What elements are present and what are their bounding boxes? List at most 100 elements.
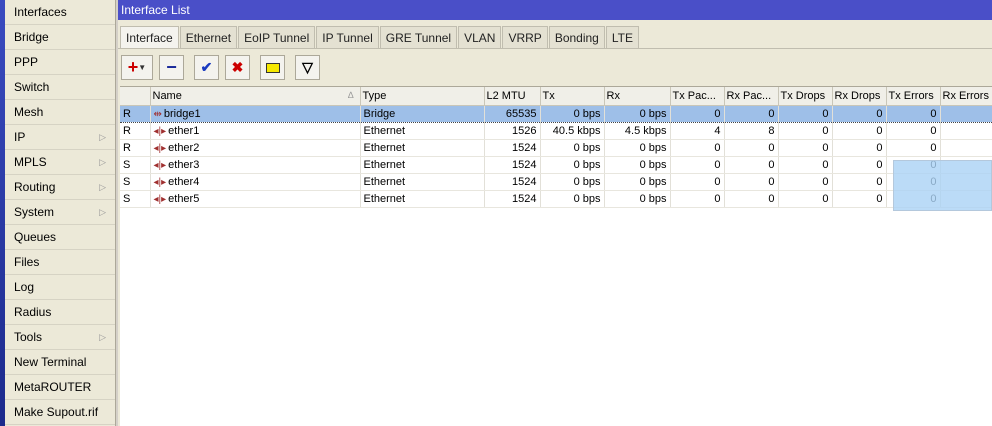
column-header[interactable]: Rx	[604, 87, 671, 106]
tab-interface[interactable]: Interface	[120, 26, 179, 49]
minus-icon: −	[166, 57, 177, 77]
sidebar-item-label: Mesh	[14, 105, 44, 119]
sidebar-item-files[interactable]: Files	[5, 250, 115, 275]
ethernet-icon: ◂|▸	[153, 176, 167, 188]
sidebar-item-radius[interactable]: Radius	[5, 300, 115, 325]
interface-list-window: Interface List Interface Ethernet EoIP Tun…	[118, 0, 992, 426]
table-row[interactable]: S◂|▸ether5Ethernet15240 bps0 bps00000	[120, 190, 992, 208]
disable-button[interactable]: ✖	[225, 55, 250, 80]
sort-ascending-icon: ∆	[347, 89, 354, 100]
cell-rxd: 0	[832, 105, 887, 123]
sidebar-item-bridge[interactable]: Bridge	[5, 25, 115, 50]
column-header[interactable]: Rx Drops	[832, 87, 887, 106]
sidebar-item-mpls[interactable]: MPLS ▷	[5, 150, 115, 175]
cell-txd: 0	[778, 156, 833, 174]
window-title: Interface List	[118, 0, 992, 20]
tab-gre-tunnel[interactable]: GRE Tunnel	[379, 26, 458, 48]
sidebar-item-switch[interactable]: Switch	[5, 75, 115, 100]
tab-ip-tunnel[interactable]: IP Tunnel	[316, 26, 379, 48]
cell-txe: 0	[886, 139, 941, 157]
filter-button[interactable]: ▽	[295, 55, 320, 80]
table-row[interactable]: R ⇹ bridge1 Bridge 65535 0 bps 0 bps 0 0 0 0 0	[120, 105, 992, 123]
cell-type: Bridge	[360, 105, 485, 123]
table-row[interactable]: S◂|▸ether3Ethernet15240 bps0 bps00000	[120, 156, 992, 174]
cell-txp: 0	[670, 105, 725, 123]
sidebar-item-label: Bridge	[14, 30, 49, 44]
column-header[interactable]: Tx	[540, 87, 605, 106]
sidebar-item-label: Radius	[14, 305, 52, 319]
submenu-arrow-icon: ▷	[99, 182, 106, 192]
sidebar-item-queues[interactable]: Queues	[5, 225, 115, 250]
interface-name: ether2	[168, 141, 200, 154]
sidebar-item-make-supout-rif[interactable]: Make Supout.rif	[5, 400, 115, 425]
tab-lte[interactable]: LTE	[605, 26, 639, 48]
cell-rx: 0 bps	[604, 105, 671, 123]
cell-txp: 0	[670, 190, 725, 208]
cell-txe: 0	[886, 122, 941, 140]
tab-eoip-tunnel[interactable]: EoIP Tunnel	[238, 26, 316, 48]
cell-rx: 0 bps	[604, 173, 671, 191]
cell-rxe	[940, 122, 992, 140]
cell-type: Ethernet	[360, 122, 485, 140]
sidebar-item-label: New Terminal	[14, 355, 87, 369]
tab-ethernet[interactable]: Ethernet	[179, 26, 238, 48]
sidebar-item-label: Routing	[14, 180, 56, 194]
cell-tx: 0 bps	[540, 173, 605, 191]
sidebar-item-new-terminal[interactable]: New Terminal	[5, 350, 115, 375]
column-header[interactable]	[120, 87, 151, 106]
sidebar-item-log[interactable]: Log	[5, 275, 115, 300]
sidebar-item-label: Log	[14, 280, 35, 294]
cell-name: ◂|▸ ether3	[150, 156, 361, 174]
cell-flag: R	[120, 122, 151, 140]
sidebar-item-tools[interactable]: Tools ▷	[5, 325, 115, 350]
column-header[interactable]: Rx Pac...	[724, 87, 779, 106]
selection-overlay	[893, 160, 992, 211]
cell-tx: 0 bps	[540, 190, 605, 208]
sidebar-item-label: Switch	[14, 80, 50, 94]
tab-bonding[interactable]: Bonding	[548, 26, 605, 48]
sidebar-item-system[interactable]: System ▷	[5, 200, 115, 225]
cell-tx: 40.5 kbps	[540, 122, 605, 140]
cell-rxp: 0	[724, 190, 779, 208]
sidebar-item-mesh[interactable]: Mesh	[5, 100, 115, 125]
table-row[interactable]: R ◂|▸ ether2 Ethernet 1524 0 bps 0 bps 0 0 0 0 0	[120, 139, 992, 157]
tab-bar: Interface Ethernet EoIP Tunnel IP Tunnel GRE…	[120, 26, 640, 49]
ethernet-icon: ◂|▸	[153, 142, 167, 154]
sidebar-item-label: Queues	[14, 230, 57, 244]
column-header[interactable]: Type	[360, 87, 485, 106]
sidebar-item-ppp[interactable]: PPP	[5, 50, 115, 75]
sidebar-item-label: Files	[14, 255, 40, 269]
cell-txd: 0	[778, 139, 833, 157]
sidebar-item-routing[interactable]: Routing ▷	[5, 175, 115, 200]
column-header[interactable]: Rx Errors	[940, 87, 992, 106]
table-row[interactable]: R ◂|▸ ether1 Ethernet 1526 40.5 kbps 4.5 kbps 4…	[120, 122, 992, 140]
table-row[interactable]: S◂|▸ether4Ethernet15240 bps0 bps00000	[120, 173, 992, 191]
ethernet-icon: ◂|▸	[153, 159, 167, 171]
bridge-icon: ⇹	[153, 108, 162, 120]
sidebar-item-metarouter[interactable]: MetaROUTER	[5, 375, 115, 400]
column-header[interactable]: Tx Errors	[886, 87, 941, 106]
cell-tx: 0 bps	[540, 156, 605, 174]
cell-rxd: 0	[832, 173, 887, 191]
cell-rxe	[940, 105, 992, 123]
tab-vlan[interactable]: VLAN	[458, 26, 502, 48]
cell-rx: 4.5 kbps	[604, 122, 671, 140]
sidebar-item-interfaces[interactable]: Interfaces	[5, 0, 115, 25]
column-header[interactable]: L2 MTU	[484, 87, 541, 106]
sidebar-item-label: Make Supout.rif	[14, 405, 99, 419]
column-header[interactable]: Name ∆	[150, 87, 361, 106]
tab-vrrp[interactable]: VRRP	[502, 26, 548, 48]
column-header[interactable]: Tx Drops	[778, 87, 833, 106]
sidebar-item-label: System	[14, 205, 55, 219]
sidebar-item-ip[interactable]: IP ▷	[5, 125, 115, 150]
sidebar-item-label: Interfaces	[14, 5, 67, 19]
cell-flag: S	[120, 156, 151, 174]
cell-name: ◂|▸ ether1	[150, 122, 361, 140]
column-header[interactable]: Tx Pac...	[670, 87, 725, 106]
comment-button[interactable]	[260, 55, 285, 80]
submenu-arrow-icon: ▷	[99, 332, 106, 342]
add-button[interactable]: + ▼	[121, 55, 153, 80]
remove-button[interactable]: −	[159, 55, 184, 80]
cell-l2mtu: 65535	[484, 105, 541, 123]
enable-button[interactable]: ✔	[194, 55, 219, 80]
